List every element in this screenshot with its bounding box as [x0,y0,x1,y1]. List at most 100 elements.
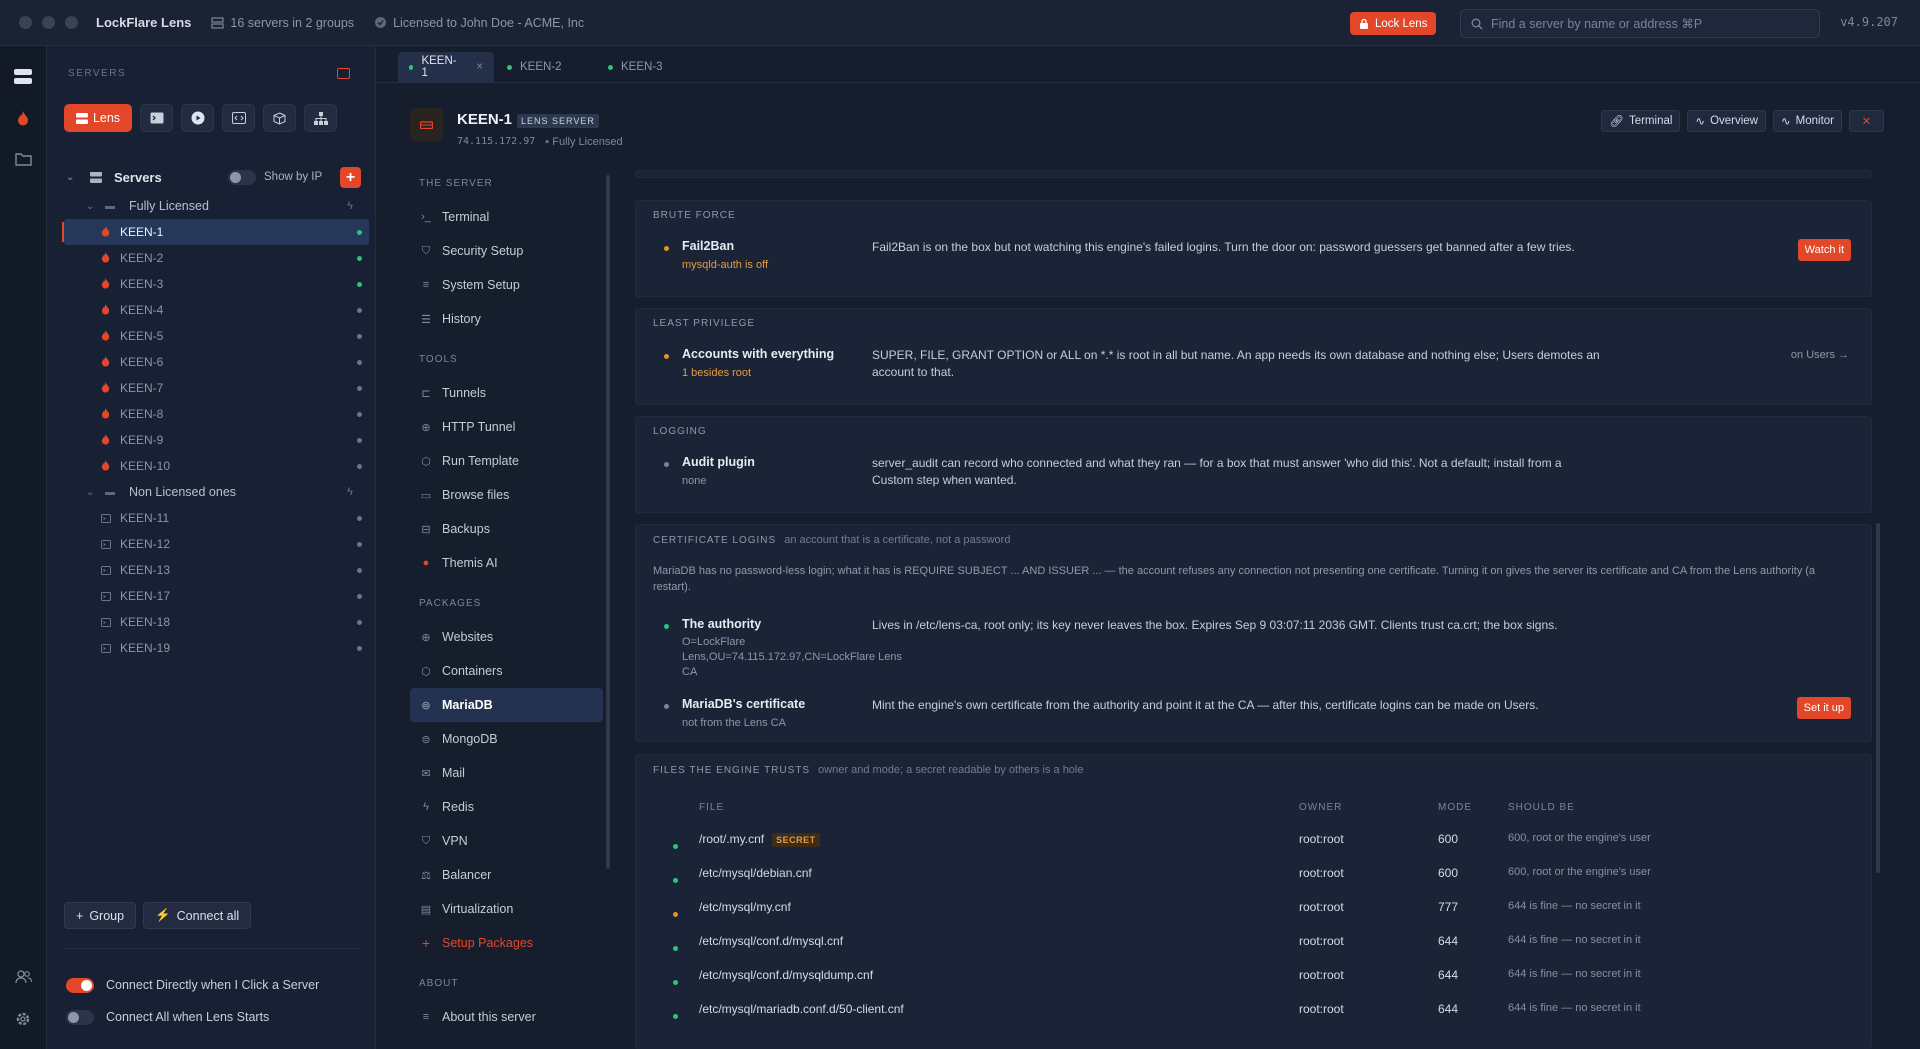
subnav-item-about-this-server[interactable]: ≡ About this server [410,1000,603,1034]
subnav-item-websites[interactable]: ⊕ Websites [410,620,603,654]
server-item[interactable]: KEEN-11 [64,505,369,531]
server-item[interactable]: KEEN-9 [64,427,369,453]
subnav-item-redis[interactable]: ϟ Redis [410,790,603,824]
disconnect-button[interactable]: ✕ [1849,110,1884,132]
subnav-item-label: Run Template [442,454,519,468]
tab-keen-1[interactable]: KEEN-1 × [398,52,494,82]
settings-gear-icon[interactable] [12,1008,34,1030]
subnav-item-themis-ai[interactable]: ● Themis AI [410,546,603,580]
subnav-scrollbar[interactable] [606,175,610,869]
subnav-item-containers[interactable]: ⬡ Containers [410,654,603,688]
tab-keen-2[interactable]: KEEN-2 [496,52,573,82]
topology-mode-button[interactable] [304,104,337,132]
code-mode-button[interactable] [222,104,255,132]
subnav-item-http-tunnel[interactable]: ⊕ HTTP Tunnel [410,410,603,444]
server-item[interactable]: KEEN-6 [64,349,369,375]
server-item[interactable]: KEEN-2 [64,245,369,271]
play-mode-button[interactable] [181,104,214,132]
servers-nav-icon[interactable] [12,65,34,87]
subnav-item-label: About this server [442,1010,536,1024]
subnav-item-mariadb[interactable]: ⊜ MariaDB [410,688,603,722]
system-setup-icon: ≡ [422,279,430,291]
subnav-item-run-template[interactable]: ⬡ Run Template [410,444,603,478]
add-server-button[interactable]: + [340,166,361,188]
minimize-window-button[interactable] [42,16,55,29]
subnav-item-mongodb[interactable]: ⊜ MongoDB [410,722,603,756]
terminal-icon [101,564,111,578]
add-group-button[interactable]: + Group [64,902,137,929]
subnav-item-browse-files[interactable]: ▭ Browse files [410,478,603,512]
about-this-server-icon: ≡ [422,1011,430,1023]
collapse-panel-icon[interactable] [337,68,350,79]
server-item[interactable]: KEEN-4 [64,297,369,323]
server-item[interactable]: KEEN-7 [64,375,369,401]
content-scrollbar[interactable] [1876,523,1880,873]
watch-it-button[interactable]: Watch it [1797,239,1851,261]
server-item[interactable]: KEEN-19 [64,635,369,661]
server-search-input[interactable]: Find a server by name or address ⌘P [1460,9,1820,38]
servers-root[interactable]: ⌄ Servers Show by IP + [64,161,369,193]
server-item[interactable]: KEEN-5 [64,323,369,349]
folder-nav-icon[interactable] [12,148,34,170]
subnav-item-backups[interactable]: ⊟ Backups [410,512,603,546]
package-mode-button[interactable] [263,104,296,132]
flame-nav-icon[interactable] [12,107,34,129]
flame-icon [101,408,110,422]
subnav-item-vpn[interactable]: ⛉ VPN [410,824,603,858]
terminal-button[interactable]: 🔗︎ Terminal [1601,110,1681,132]
connect-all-start-toggle[interactable] [66,1009,94,1025]
server-item[interactable]: KEEN-17 [64,583,369,609]
setup-packages-link[interactable]: + Setup Packages [410,926,603,960]
monitor-button[interactable]: ∿ Monitor [1773,110,1842,132]
tab-keen-3[interactable]: KEEN-3 [597,52,674,82]
connect-directly-toggle[interactable] [66,977,94,993]
subnav-item-history[interactable]: ☰ History [410,302,603,336]
terminal-icon [101,616,111,630]
file-owner: root:root [1299,866,1344,880]
mariadb-cert-description: Mint the engine's own certificate from t… [872,698,1539,712]
lightning-icon[interactable]: ϟ [347,200,353,212]
server-item-label: KEEN-8 [120,407,164,421]
server-item[interactable]: KEEN-3 [64,271,369,297]
server-item[interactable]: KEEN-18 [64,609,369,635]
on-users-link[interactable]: on Users → [1791,349,1849,361]
chevron-down-icon[interactable]: ⌄ [86,487,94,498]
subnav-item-mail[interactable]: ✉ Mail [410,756,603,790]
close-tab-icon[interactable]: × [476,61,483,73]
server-group[interactable]: ⌄ ▬ Non Licensed ones ϟ [64,479,369,505]
subnav-item-balancer[interactable]: ⚖ Balancer [410,858,603,892]
lightning-icon[interactable]: ϟ [347,486,353,498]
zoom-window-button[interactable] [65,16,78,29]
lock-lens-button[interactable]: Lock Lens [1350,12,1437,35]
subnav-item-security-setup[interactable]: ⛉ Security Setup [410,234,603,268]
server-item-label: KEEN-12 [120,537,171,551]
close-window-button[interactable] [19,16,32,29]
server-item[interactable]: KEEN-1 [62,219,369,245]
add-group-label: Group [89,908,125,923]
col-mode: MODE [1438,802,1472,813]
connect-all-button[interactable]: ⚡ Connect all [143,902,252,929]
server-item[interactable]: KEEN-12 [64,531,369,557]
server-item[interactable]: KEEN-8 [64,401,369,427]
server-item[interactable]: KEEN-13 [64,557,369,583]
set-it-up-button[interactable]: Set it up [1796,697,1851,719]
status-dot [673,946,678,951]
overview-button[interactable]: ∿ Overview [1687,110,1766,132]
subnav-item-system-setup[interactable]: ≡ System Setup [410,268,603,302]
show-by-ip-toggle[interactable] [228,169,256,185]
file-mode: 600 [1438,832,1459,846]
chevron-down-icon[interactable]: ⌄ [66,172,74,183]
server-item[interactable]: KEEN-10 [64,453,369,479]
status-dot [357,307,362,313]
file-owner: root:root [1299,968,1344,982]
mariadb-icon: ⊜ [421,699,431,712]
subnav-item-terminal[interactable]: ›_ Terminal [410,200,603,234]
chevron-down-icon[interactable]: ⌄ [86,201,94,212]
status-dot [357,437,362,443]
server-group[interactable]: ⌄ ▬ Fully Licensed ϟ [64,193,369,219]
subnav-item-tunnels[interactable]: ⊏ Tunnels [410,376,603,410]
terminal-mode-button[interactable] [140,104,173,132]
users-nav-icon[interactable] [12,966,34,988]
subnav-item-virtualization[interactable]: ▤ Virtualization [410,892,603,926]
lens-mode-button[interactable]: Lens [64,104,132,132]
